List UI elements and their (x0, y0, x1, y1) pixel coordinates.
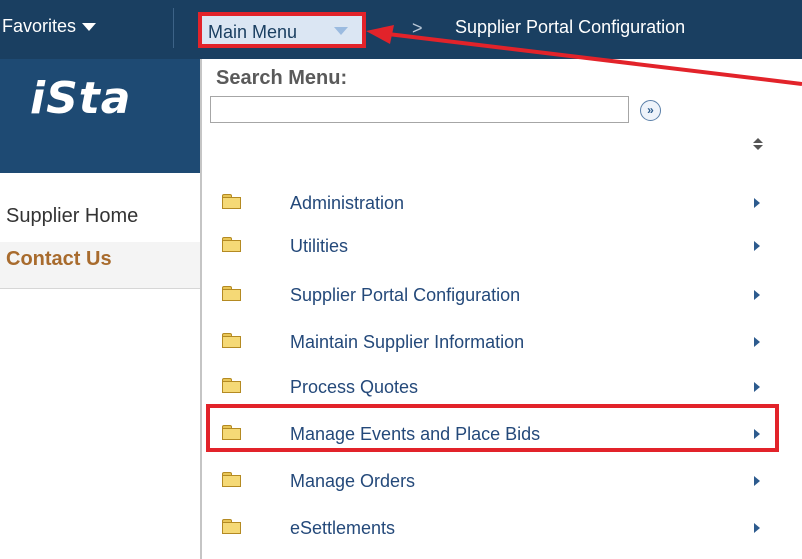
highlight-box (206, 404, 779, 452)
menu-item-label: Utilities (290, 236, 349, 256)
submenu-arrow-icon (754, 337, 760, 347)
nav-divider (173, 8, 174, 48)
folder-icon (222, 519, 241, 534)
menu-item-maintain-supplier-information[interactable]: Maintain Supplier Information (202, 326, 786, 360)
breadcrumb-current-page[interactable]: Supplier Portal Configuration (455, 17, 685, 38)
sort-icon[interactable] (752, 133, 764, 157)
favorites-menu[interactable]: Favorites (2, 16, 97, 37)
double-chevron-right-icon[interactable]: » (640, 100, 661, 121)
caret-down-icon (334, 27, 348, 35)
favorites-label: Favorites (2, 16, 77, 36)
logo: iSta (30, 73, 132, 124)
site-banner: iSta (0, 59, 200, 173)
folder-icon (222, 237, 241, 252)
folder-icon (222, 286, 241, 301)
folder-icon (222, 472, 241, 487)
main-menu-label: Main Menu (208, 22, 298, 42)
menu-item-label: Administration (290, 193, 405, 213)
menu-item-esettlements[interactable]: eSettlements (202, 512, 786, 546)
menu-item-label: eSettlements (290, 518, 396, 538)
breadcrumb-separator: > (412, 18, 423, 38)
menu-item-label: Process Quotes (290, 377, 419, 397)
caret-down-icon (82, 23, 97, 32)
supplier-home-link[interactable]: Supplier Home (6, 205, 138, 228)
search-menu-title: Search Menu: (216, 67, 348, 89)
top-nav-bar: Favorites Main Menu > Supplier Portal Co… (0, 0, 802, 59)
main-menu-dropdown: Search Menu: » Administration Utilities … (200, 59, 786, 559)
menu-item-supplier-portal-configuration[interactable]: Supplier Portal Configuration (202, 279, 786, 313)
folder-icon (222, 333, 241, 348)
menu-item-label: Maintain Supplier Information (290, 332, 525, 352)
search-menu-input[interactable] (210, 96, 629, 123)
submenu-arrow-icon (754, 198, 760, 208)
menu-item-label: Supplier Portal Configuration (290, 285, 521, 305)
menu-item-process-quotes[interactable]: Process Quotes (202, 371, 786, 405)
folder-icon (222, 378, 241, 393)
submenu-arrow-icon (754, 241, 760, 251)
main-menu-button[interactable]: Main Menu (198, 12, 366, 48)
submenu-arrow-icon (754, 290, 760, 300)
contact-us-link[interactable]: Contact Us (6, 248, 112, 271)
menu-item-manage-orders[interactable]: Manage Orders (202, 465, 786, 499)
contact-us-row[interactable]: Contact Us (0, 242, 200, 289)
menu-item-label: Manage Orders (290, 471, 416, 491)
menu-item-administration[interactable]: Administration (202, 187, 786, 221)
submenu-arrow-icon (754, 523, 760, 533)
menu-item-utilities[interactable]: Utilities (202, 230, 786, 264)
submenu-arrow-icon (754, 382, 760, 392)
submenu-arrow-icon (754, 476, 760, 486)
folder-icon (222, 194, 241, 209)
